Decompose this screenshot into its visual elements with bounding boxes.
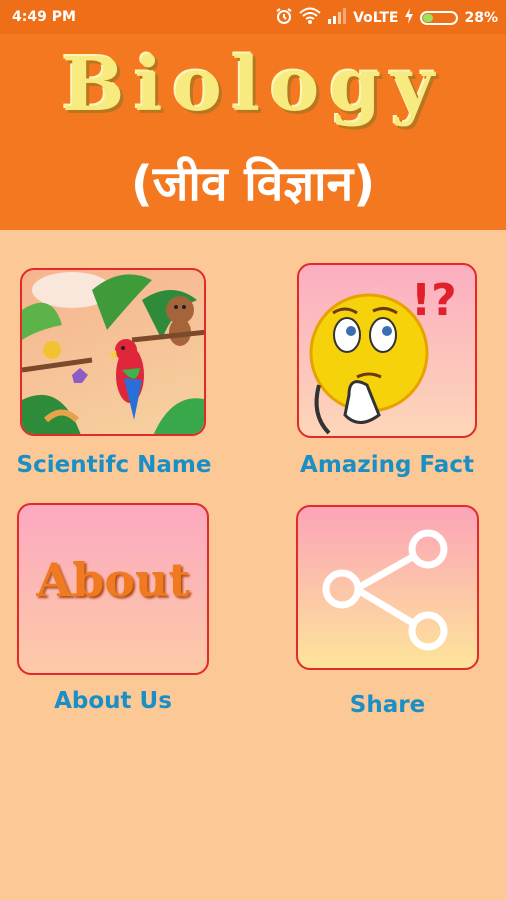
- amazing-fact-button[interactable]: !?: [297, 263, 477, 438]
- amazing-fact-label[interactable]: Amazing Fact: [292, 452, 482, 478]
- charging-icon: [404, 8, 414, 28]
- wifi-icon: [299, 7, 321, 29]
- scientific-name-label[interactable]: Scientifc Name: [10, 452, 218, 478]
- thinking-emoji-icon: !?: [309, 275, 457, 435]
- status-icons: VoLTE 28%: [275, 7, 498, 29]
- alarm-icon: [275, 7, 293, 29]
- battery-fill: [423, 14, 433, 22]
- app-header: Biology (जीव विज्ञान): [0, 34, 506, 230]
- svg-text:!?: !?: [411, 275, 457, 326]
- share-icon: [322, 529, 448, 651]
- jungle-parrot-image: [22, 272, 204, 434]
- battery-icon: [420, 11, 459, 25]
- signal-icon: [327, 8, 347, 28]
- share-button[interactable]: [296, 505, 479, 670]
- status-time: 4:49 PM: [12, 9, 76, 25]
- app-title: Biology: [61, 42, 445, 128]
- share-label[interactable]: Share: [290, 692, 485, 718]
- about-us-label[interactable]: About Us: [10, 688, 216, 714]
- battery-percent: 28%: [464, 10, 498, 26]
- network-type: VoLTE: [353, 10, 399, 26]
- app-subtitle: (जीव विज्ञान): [130, 156, 376, 212]
- status-bar: 4:49 PM VoLTE 28%: [0, 0, 506, 34]
- scientific-name-button[interactable]: [20, 268, 206, 436]
- about-logo-text: About: [36, 553, 190, 607]
- about-us-button[interactable]: About: [17, 503, 209, 675]
